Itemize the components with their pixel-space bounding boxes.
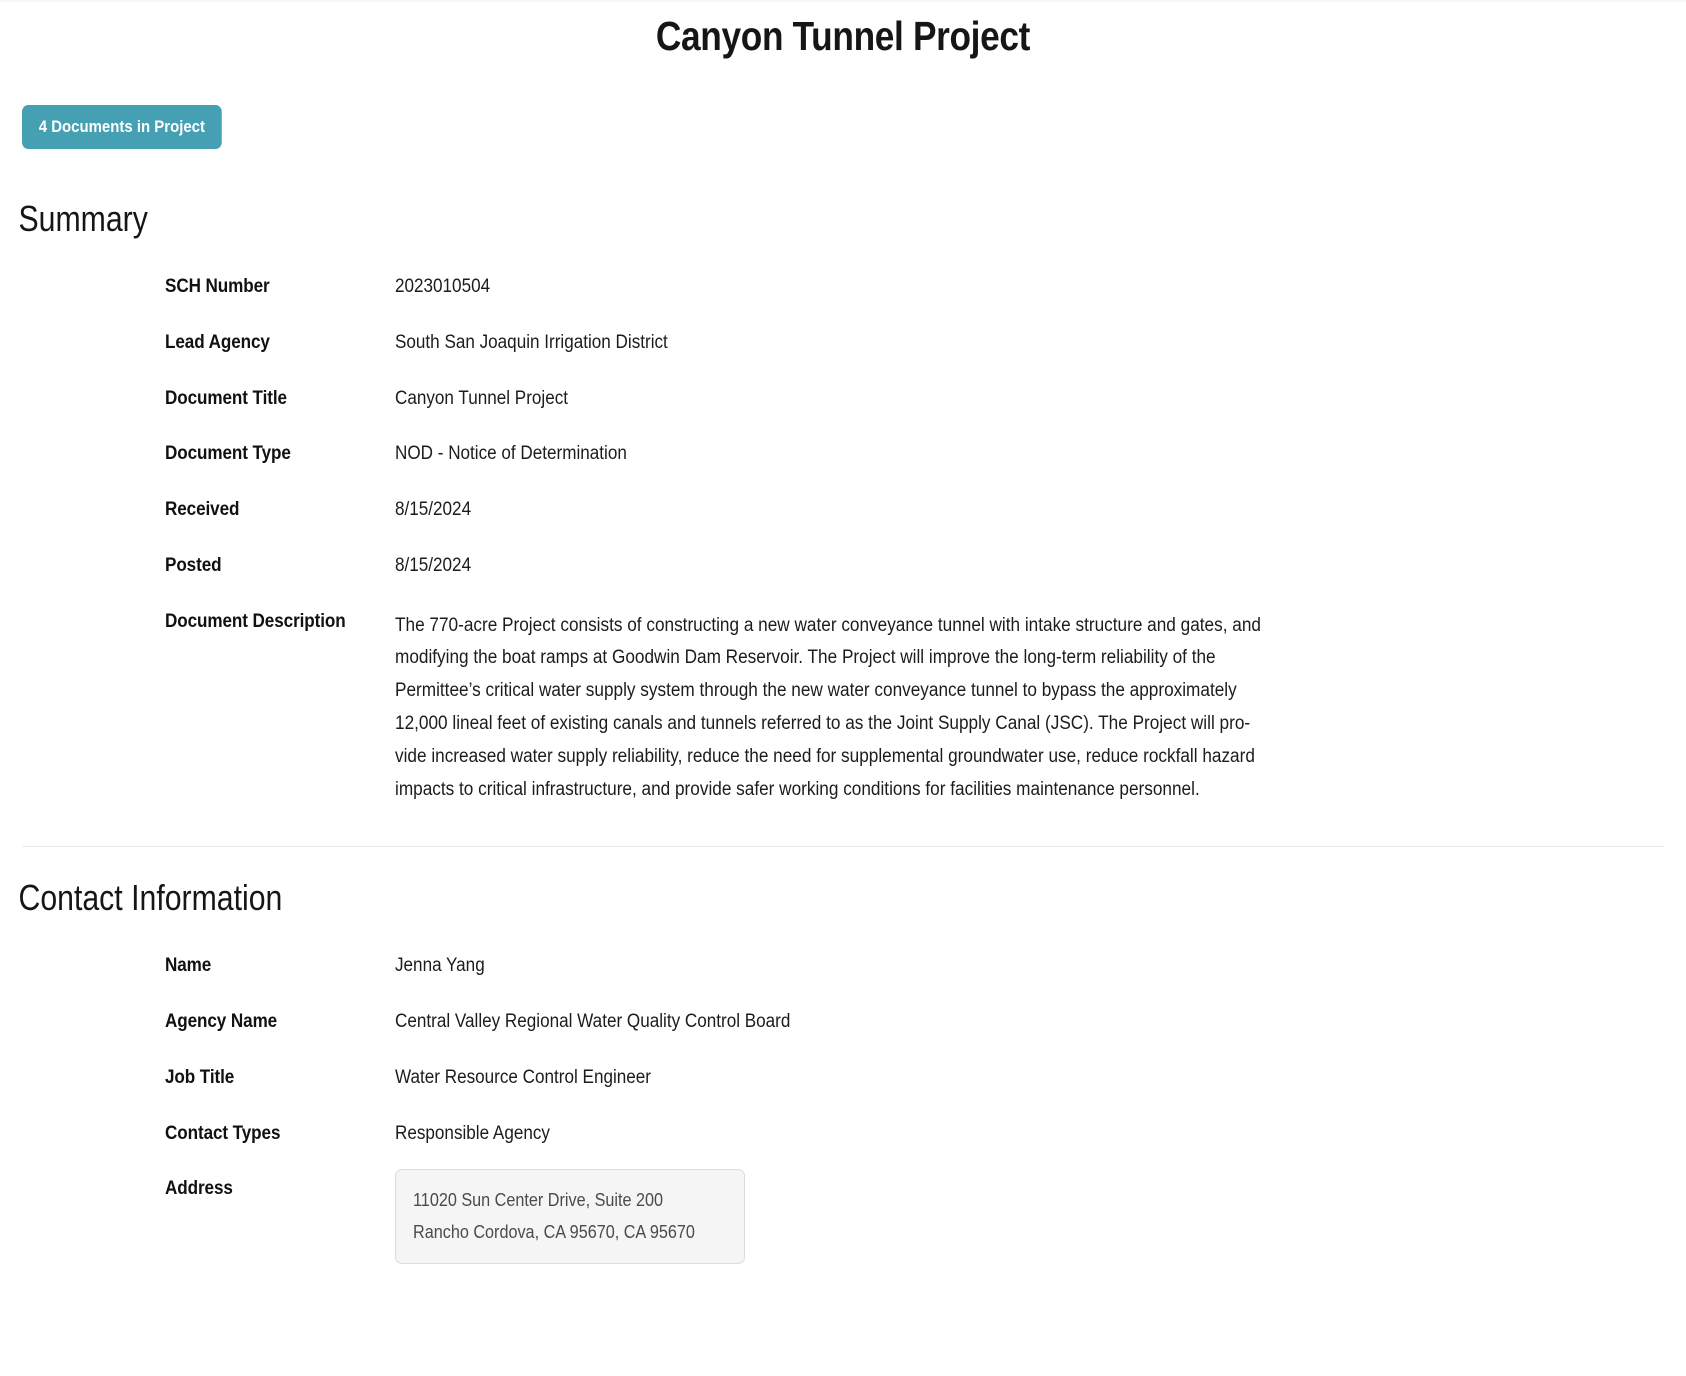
contact-information-heading: Contact Information [18,877,283,919]
label-job-title: Job Title [165,1066,235,1088]
badge-row: 4 Documents in Project [0,61,1686,150]
value-contact-types: Responsible Agency [395,1122,550,1144]
label-lead-agency: Lead Agency [165,331,270,353]
page-title: Canyon Tunnel Project [655,13,1031,59]
value-document-type: NOD - Notice of Determination [395,443,627,465]
value-contact-name: Jenna Yang [395,955,485,977]
value-received: 8/15/2024 [395,499,472,521]
label-document-type: Document Type [165,443,291,465]
summary-row-document-title: Document Title Canyon Tunnel Project [0,387,1686,411]
value-lead-agency: South San Joaquin Irrigation District [395,331,668,353]
label-document-title: Document Title [165,387,287,409]
description-line: Permittee’s critical water supply system… [395,680,1237,702]
summary-row-lead-agency: Lead Agency South San Joaquin Irrigation… [0,331,1686,355]
contact-row-contact-types: Contact Types Responsible Agency [0,1122,1686,1146]
address-line-street: 11020 Sun Center Drive, Suite 200 [413,1190,664,1211]
contact-row-name: Name Jenna Yang [0,954,1686,978]
label-document-description: Document Description [165,610,346,632]
description-line: The 770-acre Project consists of constru… [395,614,1261,636]
summary-row-document-description: Document Description The 770-acre Projec… [0,610,1686,807]
value-address: 11020 Sun Center Drive, Suite 200 Rancho… [395,1169,1686,1265]
contact-section-header: Contact Information [0,847,1686,916]
value-document-title: Canyon Tunnel Project [395,387,569,409]
label-received: Received [165,499,240,521]
value-job-title: Water Resource Control Engineer [395,1066,651,1088]
documents-in-project-badge[interactable]: 4 Documents in Project [22,105,222,150]
description-line: impacts to critical infrastructure, and … [395,778,1200,800]
address-line-city-state-zip: Rancho Cordova, CA 95670, CA 95670 [413,1222,695,1243]
summary-section-header: Summary [0,149,1686,237]
label-contact-name: Name [165,955,212,977]
contact-row-job-title: Job Title Water Resource Control Enginee… [0,1066,1686,1090]
value-posted: 8/15/2024 [395,554,472,576]
summary-row-received: Received 8/15/2024 [0,498,1686,522]
description-line: 12,000 lineal feet of existing canals an… [395,713,1251,735]
contact-definition-list: Name Jenna Yang Agency Name Central Vall… [0,916,1686,1265]
description-line: vide increased water supply reliability,… [395,745,1255,767]
label-posted: Posted [165,554,222,576]
summary-row-sch-number: SCH Number 2023010504 [0,275,1686,299]
value-agency-name: Central Valley Regional Water Quality Co… [395,1011,791,1033]
summary-definition-list: SCH Number 2023010504 Lead Agency South … [0,237,1686,806]
summary-row-posted: Posted 8/15/2024 [0,554,1686,578]
document-page: Canyon Tunnel Project 4 Documents in Pro… [0,0,1686,1265]
value-sch-number: 2023010504 [395,276,491,298]
contact-row-agency-name: Agency Name Central Valley Regional Wate… [0,1010,1686,1034]
label-address: Address [165,1178,233,1200]
label-contact-types: Contact Types [165,1122,281,1144]
summary-row-document-type: Document Type NOD - Notice of Determinat… [0,442,1686,466]
contact-row-address: Address 11020 Sun Center Drive, Suite 20… [0,1169,1686,1265]
label-agency-name: Agency Name [165,1011,278,1033]
value-document-description: The 770-acre Project consists of constru… [395,610,1425,807]
description-line: modifying the boat ramps at Goodwin Dam … [395,647,1216,669]
label-sch-number: SCH Number [165,276,270,298]
summary-heading: Summary [18,198,148,240]
address-box: 11020 Sun Center Drive, Suite 200 Rancho… [395,1169,746,1265]
